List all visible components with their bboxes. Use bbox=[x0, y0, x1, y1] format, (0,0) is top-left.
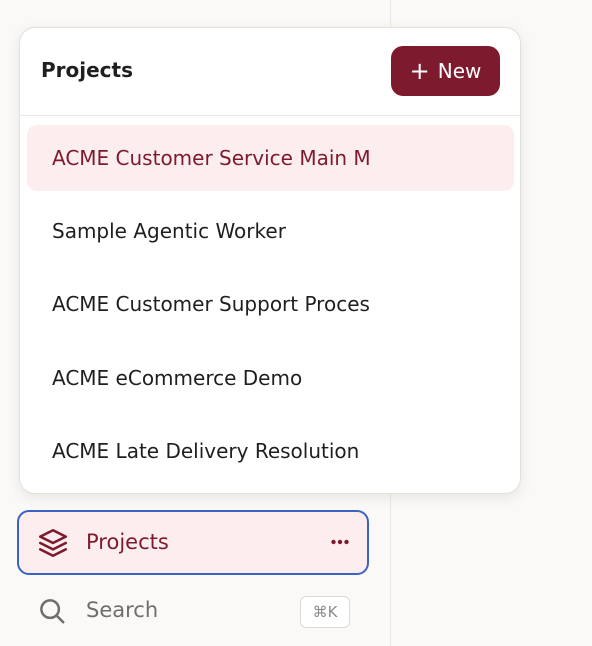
new-button-label: New bbox=[437, 59, 482, 83]
plus-icon: + bbox=[409, 57, 430, 85]
project-name: ACME Customer Service Main M bbox=[52, 146, 371, 170]
sidebar-item-projects[interactable]: Projects bbox=[17, 510, 369, 575]
project-name: ACME Late Delivery Resolution bbox=[52, 439, 360, 463]
search-icon bbox=[40, 599, 65, 624]
project-name: Sample Agentic Worker bbox=[52, 219, 286, 243]
popover-header: Projects + New bbox=[20, 28, 520, 116]
project-list-item[interactable]: Sample Agentic Worker bbox=[27, 198, 514, 264]
more-horizontal-icon[interactable] bbox=[330, 537, 350, 547]
layers-icon bbox=[38, 528, 68, 558]
sidebar-item-search[interactable]: Search ⌘K bbox=[17, 584, 369, 639]
project-list-item[interactable]: ACME Late Delivery Resolution bbox=[27, 418, 514, 484]
popover-title: Projects bbox=[41, 58, 134, 82]
sidebar-item-label: Search bbox=[86, 598, 159, 622]
keyboard-shortcut-badge: ⌘K bbox=[300, 596, 350, 628]
new-project-button[interactable]: + New bbox=[391, 46, 500, 96]
project-name: ACME eCommerce Demo bbox=[52, 366, 303, 390]
project-name: ACME Customer Support Proces bbox=[52, 292, 370, 316]
projects-popover: Projects + New ACME Customer Service Mai… bbox=[19, 27, 521, 494]
project-list-item[interactable]: ACME Customer Service Main M bbox=[27, 125, 514, 191]
sidebar-item-label: Projects bbox=[86, 530, 169, 554]
project-list-item[interactable]: ACME Customer Support Proces bbox=[27, 271, 514, 337]
project-list-item[interactable]: ACME eCommerce Demo bbox=[27, 345, 514, 411]
